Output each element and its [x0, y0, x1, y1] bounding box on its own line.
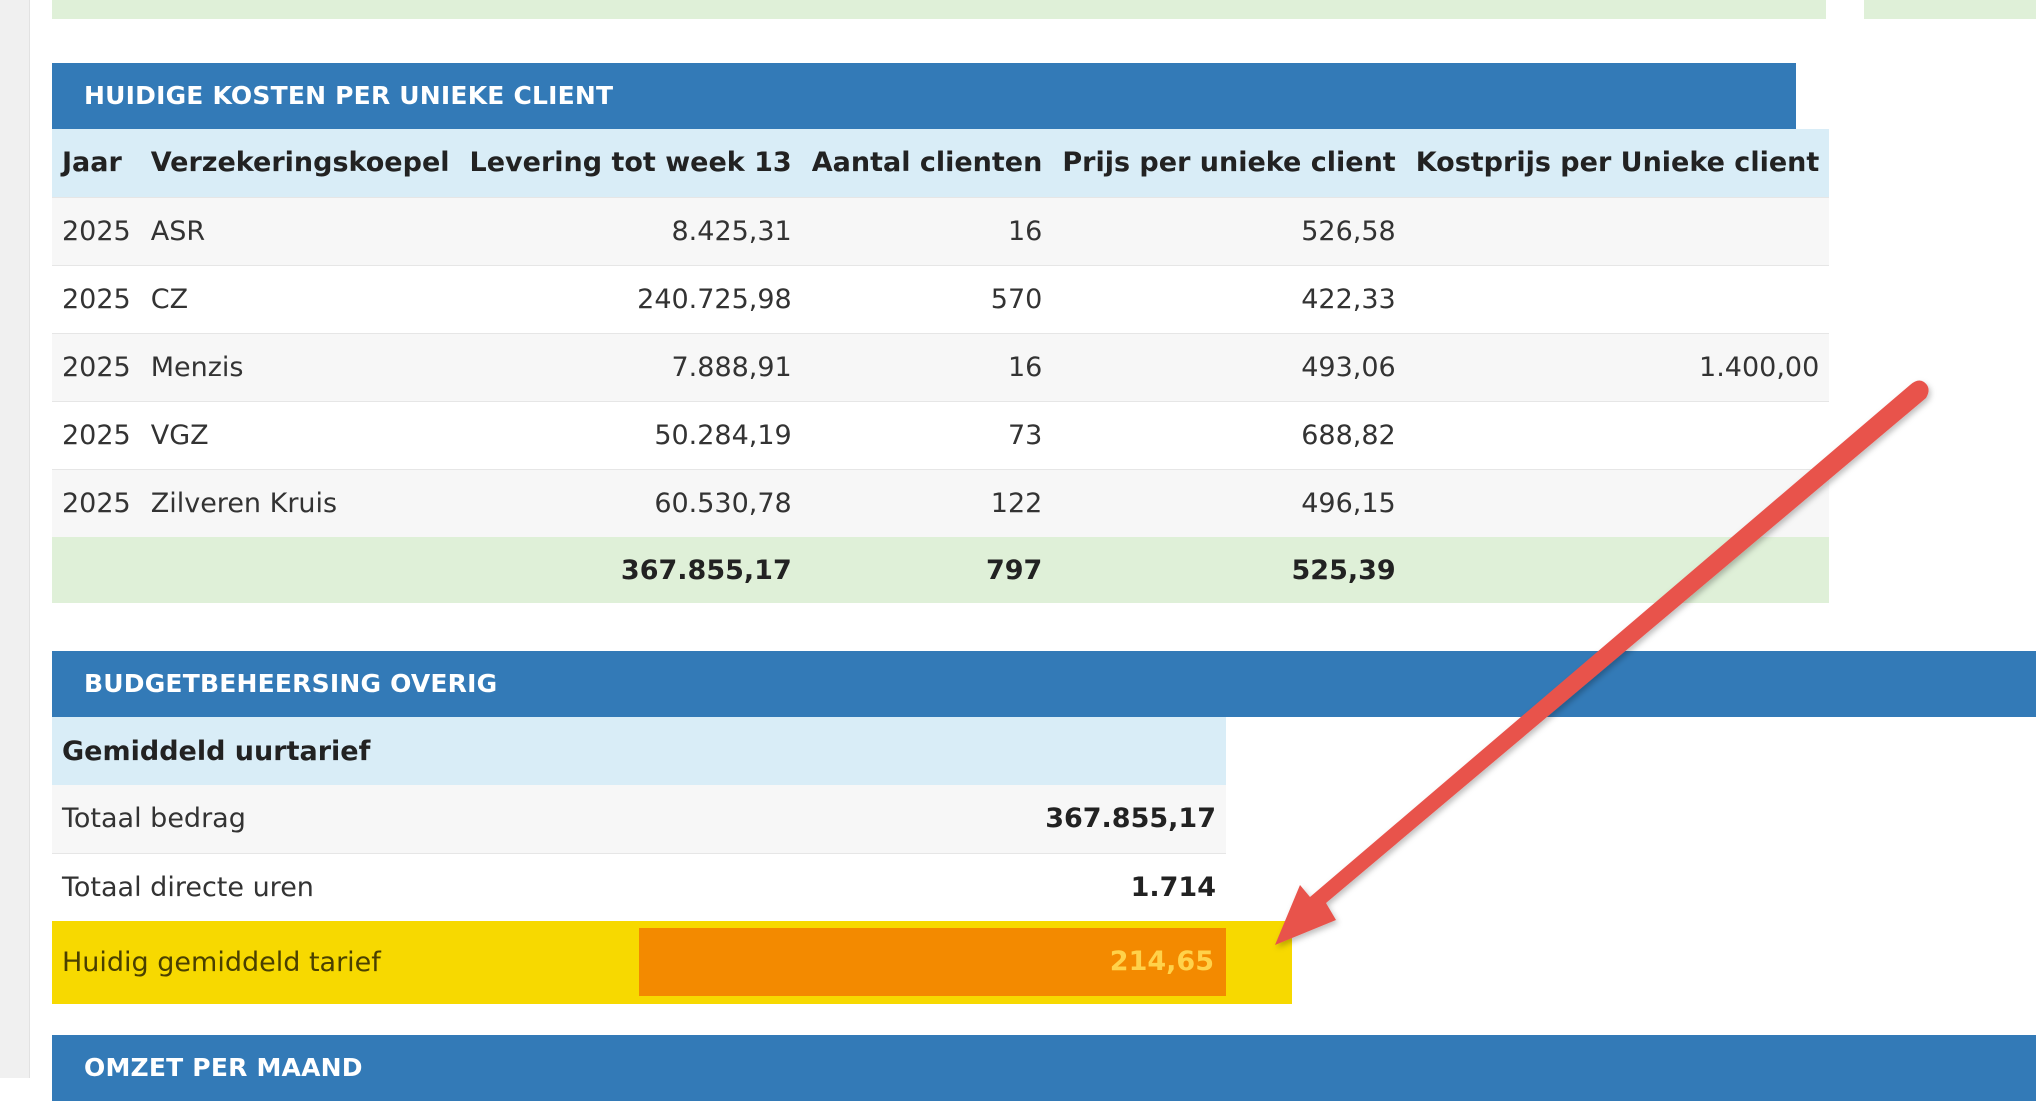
totaal-directe-uren-value: 1.714 — [639, 852, 1226, 921]
previous-side-panel-edge — [1864, 0, 2036, 19]
col-header-aantal-clienten[interactable]: Aantal clienten — [802, 129, 1053, 197]
table-header-row: Jaar Verzekeringskoepel Levering tot wee… — [52, 129, 1830, 197]
totaal-bedrag-label: Totaal bedrag — [62, 803, 246, 835]
cell-prijs: 496,15 — [1052, 468, 1406, 537]
cell-koepel: ASR — [140, 196, 460, 265]
cell-jaar: 2025 — [52, 400, 141, 469]
totaal-bedrag-value: 367.855,17 — [1045, 803, 1216, 835]
col-header-verzekeringskoepel[interactable]: Verzekeringskoepel — [141, 129, 460, 197]
totals-row: 367.855,17 797 525,39 — [52, 537, 1830, 603]
cell-koepel: CZ — [140, 264, 460, 333]
cell-kostprijs — [1405, 196, 1830, 265]
cell-aantal: 16 — [801, 332, 1053, 401]
cell-levering: 7.888,91 — [459, 332, 802, 401]
huidig-tarief-label: Huidig gemiddeld tarief — [62, 947, 381, 978]
col-header-prijs-per-client[interactable]: Prijs per unieke client — [1052, 129, 1405, 197]
totals-empty-cell — [1406, 537, 1830, 603]
cell-levering: 60.530,78 — [459, 468, 802, 537]
list-item: Totaal directe uren 1.714 — [52, 852, 1226, 921]
total-prijs: 525,39 — [1291, 554, 1396, 586]
cell-koepel: VGZ — [140, 400, 460, 469]
cell-prijs: 422,33 — [1052, 264, 1406, 333]
cell-jaar: 2025 — [52, 332, 141, 401]
budget-panel-title: BUDGETBEHEERSING OVERIG — [84, 669, 498, 698]
table-row: 2025 Zilveren Kruis 60.530,78 122 496,15 — [52, 468, 1830, 537]
cell-kostprijs — [1405, 400, 1830, 469]
huidig-tarief-value: 214,65 — [639, 928, 1226, 996]
cell-jaar: 2025 — [52, 264, 141, 333]
previous-totals-row — [52, 0, 1826, 19]
cell-koepel: Menzis — [140, 332, 460, 401]
huidig-tarief-row: Huidig gemiddeld tarief 214,65 — [52, 921, 1292, 1004]
cell-levering: 50.284,19 — [459, 400, 802, 469]
cell-kostprijs — [1405, 264, 1830, 333]
list-item: Totaal bedrag 367.855,17 — [52, 785, 1226, 853]
cell-kostprijs: 1.400,00 — [1405, 332, 1830, 401]
budget-table: Gemiddeld uurtarief Totaal bedrag 367.85… — [52, 717, 1226, 921]
cell-kostprijs — [1405, 468, 1830, 537]
totals-empty-cell — [52, 537, 141, 603]
budget-subheader-row: Gemiddeld uurtarief — [52, 717, 1226, 785]
cell-aantal: 122 — [801, 468, 1053, 537]
cell-prijs: 493,06 — [1052, 332, 1406, 401]
total-aantal: 797 — [985, 554, 1043, 586]
totaal-directe-uren-label: Totaal directe uren — [52, 852, 639, 921]
cell-koepel: Zilveren Kruis — [140, 468, 460, 537]
kosten-panel-header: HUIDIGE KOSTEN PER UNIEKE CLIENT — [52, 63, 1796, 129]
budget-panel-header: BUDGETBEHEERSING OVERIG — [52, 651, 2036, 717]
cell-aantal: 73 — [801, 400, 1053, 469]
kosten-panel-title: HUIDIGE KOSTEN PER UNIEKE CLIENT — [84, 81, 614, 110]
table-row: 2025 Menzis 7.888,91 16 493,06 1.400,00 — [52, 332, 1830, 401]
kosten-table: Jaar Verzekeringskoepel Levering tot wee… — [52, 129, 1830, 603]
budget-subheader: Gemiddeld uurtarief — [62, 735, 371, 767]
cell-jaar: 2025 — [52, 196, 141, 265]
cell-prijs: 526,58 — [1052, 196, 1406, 265]
cell-aantal: 570 — [801, 264, 1053, 333]
table-row: 2025 CZ 240.725,98 570 422,33 — [52, 264, 1830, 333]
cell-jaar: 2025 — [52, 468, 141, 537]
cell-levering: 8.425,31 — [459, 196, 802, 265]
totals-empty-cell — [141, 537, 460, 603]
cell-aantal: 16 — [801, 196, 1053, 265]
omzet-panel-header: OMZET PER MAAND — [52, 1035, 2036, 1101]
cell-prijs: 688,82 — [1052, 400, 1406, 469]
table-row: 2025 ASR 8.425,31 16 526,58 — [52, 196, 1830, 265]
table-row: 2025 VGZ 50.284,19 73 688,82 — [52, 400, 1830, 469]
col-header-jaar[interactable]: Jaar — [52, 129, 141, 197]
total-levering: 367.855,17 — [620, 554, 792, 586]
left-rail — [0, 0, 30, 1078]
col-header-kostprijs-per-client[interactable]: Kostprijs per Unieke client — [1406, 129, 1830, 197]
col-header-levering[interactable]: Levering tot week 13 — [460, 129, 802, 197]
cell-levering: 240.725,98 — [459, 264, 802, 333]
